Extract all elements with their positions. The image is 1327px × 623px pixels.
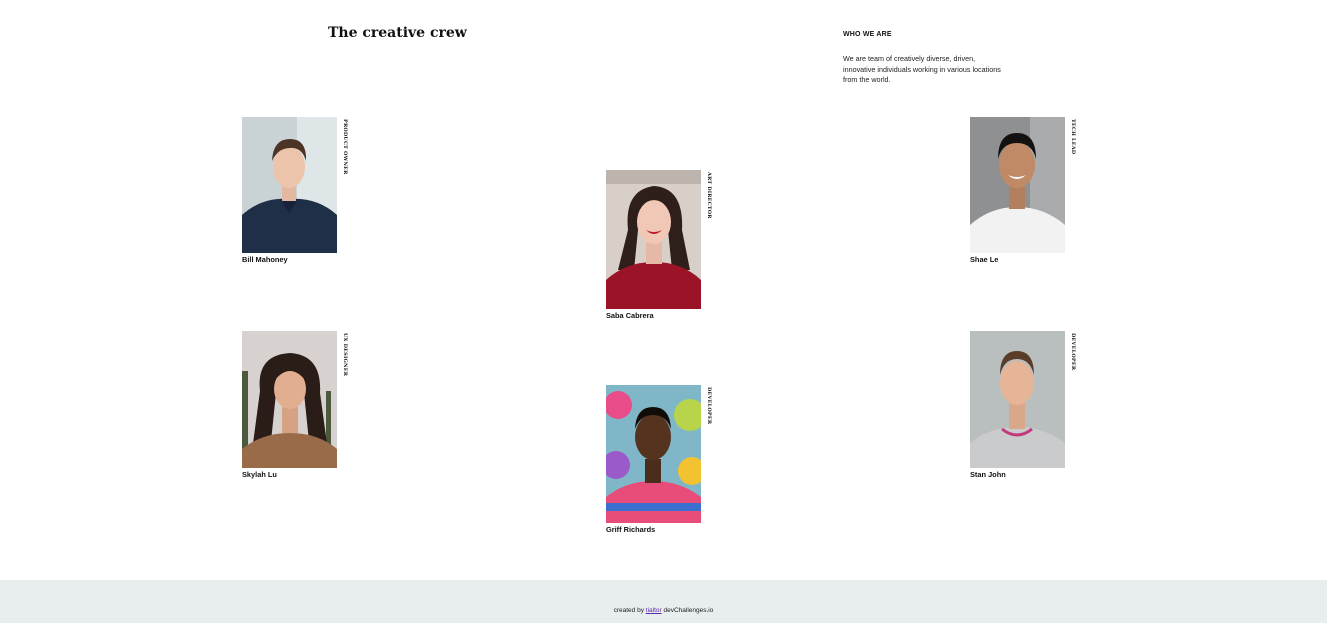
footer: created by tialtor devChallenges.io (0, 580, 1327, 623)
member-name: Saba Cabrera (606, 311, 654, 320)
footer-prefix: created by (613, 607, 644, 614)
member-photo (970, 331, 1065, 468)
page-title: The creative crew (328, 25, 467, 41)
member-name: Bill Mahoney (242, 255, 288, 264)
member-name: Shae Le (970, 255, 999, 264)
member-role: ART DIRECTOR (706, 172, 712, 219)
team-member-card: PRODUCT OWNER Bill Mahoney (242, 117, 357, 267)
member-photo (606, 170, 701, 309)
member-role: PRODUCT OWNER (342, 119, 348, 175)
team-member-card: DEVELOPER Stan John (970, 331, 1085, 481)
about-heading: WHO WE ARE (843, 31, 892, 38)
member-role: DEVELOPER (706, 387, 712, 425)
member-name: Skylah Lu (242, 470, 277, 479)
member-name: Stan John (970, 470, 1006, 479)
team-member-card: DEVELOPER Griff Richards (606, 385, 721, 537)
member-photo (606, 385, 701, 523)
footer-suffix: devChallenges.io (663, 607, 714, 614)
team-member-card: UX DESIGNER Skylah Lu (242, 331, 357, 481)
team-member-card: ART DIRECTOR Saba Cabrera (606, 170, 721, 322)
member-name: Griff Richards (606, 525, 656, 534)
member-photo (242, 331, 337, 468)
about-text: We are team of creatively diverse, drive… (843, 54, 1001, 84)
member-role: UX DESIGNER (342, 333, 348, 377)
member-role: TECH LEAD (1070, 119, 1076, 155)
footer-credit: created by tialtor devChallenges.io (0, 607, 1327, 614)
member-role: DEVELOPER (1070, 333, 1076, 371)
author-link[interactable]: tialtor (646, 607, 662, 614)
member-photo (970, 117, 1065, 253)
team-member-card: TECH LEAD Shae Le (970, 117, 1085, 267)
member-photo (242, 117, 337, 253)
